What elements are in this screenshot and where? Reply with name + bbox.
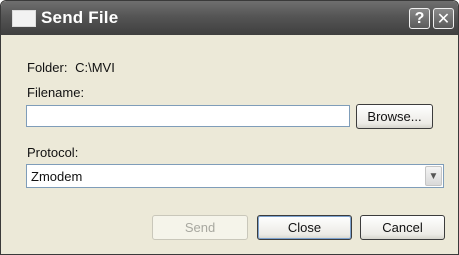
cancel-button[interactable]: Cancel bbox=[360, 215, 445, 240]
send-button[interactable]: Send bbox=[152, 215, 248, 240]
filename-input[interactable] bbox=[26, 105, 350, 127]
browse-button[interactable]: Browse... bbox=[356, 104, 433, 129]
close-window-button[interactable]: ✕ bbox=[433, 8, 454, 29]
title-bar[interactable]: Send File ? ✕ bbox=[1, 1, 458, 35]
protocol-select[interactable]: Zmodem ▼ bbox=[26, 164, 444, 188]
protocol-selected-value: Zmodem bbox=[31, 169, 83, 184]
protocol-label: Protocol: bbox=[27, 145, 79, 160]
window-icon bbox=[12, 10, 36, 27]
filename-label: Filename: bbox=[27, 85, 85, 100]
window-title: Send File bbox=[41, 8, 119, 27]
folder-label-text: Folder: bbox=[27, 60, 68, 75]
chevron-down-icon[interactable]: ▼ bbox=[425, 166, 442, 186]
help-button[interactable]: ? bbox=[409, 8, 430, 29]
close-button[interactable]: Close bbox=[257, 215, 352, 240]
send-file-dialog: Send File ? ✕ Folder: C:\MVI Filename: B… bbox=[0, 0, 459, 255]
folder-label: Folder: C:\MVI bbox=[27, 60, 115, 75]
folder-path: C:\MVI bbox=[75, 60, 115, 75]
